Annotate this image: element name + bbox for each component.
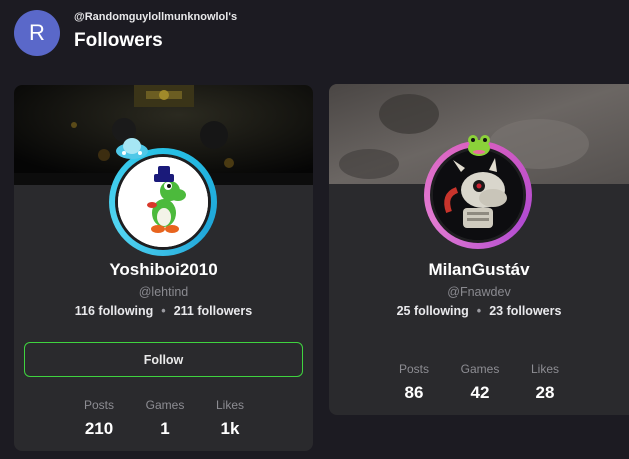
follow-button[interactable]: Follow [24, 342, 303, 377]
follower-card[interactable]: MilanGustáv @Fnawdev 25 following • 23 fol… [329, 84, 629, 415]
stat-label: Likes [215, 398, 244, 412]
page-header: R @Randomguylollmunknowlol's Followers [0, 0, 629, 66]
stat-label: Posts [83, 398, 114, 412]
stat-value: 86 [404, 383, 424, 402]
stat-value: 1 [160, 419, 170, 438]
following-count[interactable]: 25 following [397, 304, 469, 318]
ufo-decoration-icon [116, 138, 148, 159]
follower-handle: @lehtind [138, 285, 189, 299]
follower-avatar[interactable] [430, 147, 526, 243]
stat-value: 1k [220, 419, 240, 438]
follow-stats: 116 following • 211 followers [14, 304, 313, 318]
stat-value: 42 [470, 383, 490, 402]
follower-name[interactable]: MilanGustáv [329, 260, 629, 280]
followers-count[interactable]: 211 followers [174, 304, 253, 318]
stat-label: Likes [530, 362, 559, 376]
owner-handle[interactable]: @Randomguylollmunknowlol's [74, 11, 237, 23]
stat-label: Posts [398, 362, 429, 376]
likes-stat: Likes 28 [515, 362, 575, 403]
stat-label: Games [145, 398, 185, 412]
posts-stat: Posts 210 [69, 398, 129, 439]
stat-value: 210 [84, 419, 114, 438]
follow-stats: 25 following • 23 followers [329, 304, 629, 318]
follower-handle: @Fnawdev [447, 285, 511, 299]
separator-dot: • [476, 304, 482, 318]
games-stat: Games 42 [450, 362, 510, 403]
page-title: Followers [74, 30, 163, 51]
frog-decoration-icon [468, 135, 490, 156]
games-stat: Games 1 [135, 398, 195, 439]
user-avatar[interactable]: R [14, 10, 60, 56]
stat-label: Games [460, 362, 500, 376]
stat-value: 28 [535, 383, 555, 402]
follower-avatar[interactable] [115, 154, 211, 250]
posts-stat: Posts 86 [384, 362, 444, 403]
separator-dot: • [161, 304, 166, 318]
following-count[interactable]: 116 following [75, 304, 154, 318]
likes-stat: Likes 1k [200, 398, 260, 439]
followers-count[interactable]: 23 followers [489, 304, 561, 318]
follower-card[interactable]: Yoshiboi2010 @lehtind 116 following • 211 … [14, 85, 313, 451]
follower-name[interactable]: Yoshiboi2010 [14, 260, 313, 280]
